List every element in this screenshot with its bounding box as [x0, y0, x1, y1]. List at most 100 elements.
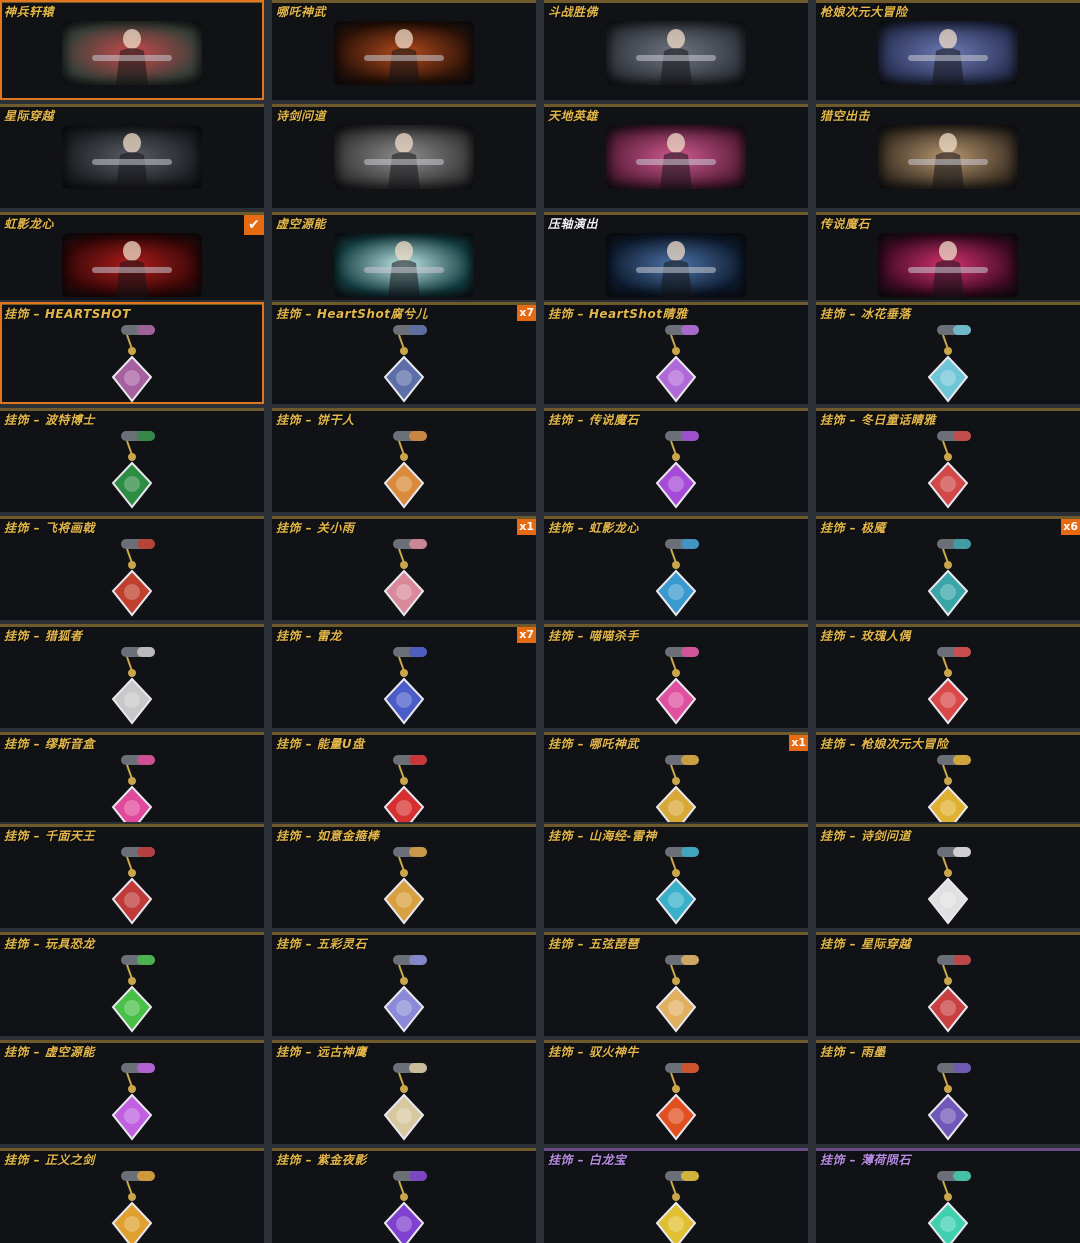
- charm-name: 挂饰 – 猎狐者: [4, 629, 83, 643]
- charm-card[interactable]: 挂饰 – 冬日童话睛雅: [816, 408, 1080, 512]
- charm-card[interactable]: 挂饰 – HeartShot睛雅: [544, 302, 808, 404]
- skin-card[interactable]: 压轴演出: [544, 212, 808, 300]
- charm-card[interactable]: 挂饰 – 紫金夜影: [272, 1148, 536, 1243]
- charm-card[interactable]: 挂饰 – 冰花垂落: [816, 302, 1080, 404]
- charm-card[interactable]: 挂饰 – 玫瑰人偶: [816, 624, 1080, 728]
- skin-name: 枪娘次元大冒险: [820, 5, 908, 19]
- skin-card[interactable]: 诗剑问道: [272, 104, 536, 208]
- charm-icon: [111, 325, 155, 403]
- charm-icon: [655, 847, 699, 925]
- charm-name: 挂饰 – 飞将画戟: [4, 521, 95, 535]
- charm-card[interactable]: 挂饰 – 五弦琵琶: [544, 932, 808, 1036]
- charm-name: 挂饰 – 传说魔石: [548, 413, 639, 427]
- charm-icon: [927, 647, 971, 725]
- skin-figure: [92, 133, 172, 189]
- charm-card[interactable]: 挂饰 – 如意金箍棒: [272, 824, 536, 928]
- charm-icon: [111, 755, 155, 822]
- charm-card[interactable]: 挂饰 – 缪斯音盒: [0, 732, 264, 822]
- charm-name: 挂饰 – 如意金箍棒: [276, 829, 380, 843]
- charm-card[interactable]: 挂饰 – 传说魔石: [544, 408, 808, 512]
- charm-name: 挂饰 – 白龙宝: [548, 1153, 627, 1167]
- charm-card[interactable]: 挂饰 – HEARTSHOT: [0, 302, 264, 404]
- charm-icon: [927, 1171, 971, 1243]
- skin-name: 虹影龙心: [4, 217, 55, 231]
- charm-card[interactable]: 挂饰 – 虚空源能: [0, 1040, 264, 1144]
- charm-card[interactable]: 挂饰 – 山海经-雷神: [544, 824, 808, 928]
- skin-figure: [908, 133, 988, 189]
- charm-icon: [383, 431, 427, 509]
- charm-card[interactable]: 挂饰 – 星际穿越: [816, 932, 1080, 1036]
- skin-figure: [92, 29, 172, 85]
- charm-card[interactable]: 挂饰 – 雷龙 x7: [272, 624, 536, 728]
- charm-card[interactable]: 挂饰 – 哪吒神武 x1: [544, 732, 808, 822]
- skin-figure: [908, 29, 988, 85]
- charm-card[interactable]: 挂饰 – 波特博士: [0, 408, 264, 512]
- charm-icon: [655, 647, 699, 725]
- charm-name: 挂饰 – 玫瑰人偶: [820, 629, 911, 643]
- charm-name: 挂饰 – HeartShot睛雅: [548, 307, 688, 321]
- skin-name: 诗剑问道: [276, 109, 327, 123]
- charm-card[interactable]: 挂饰 – 虹影龙心: [544, 516, 808, 620]
- skin-name: 斗战胜佛: [548, 5, 599, 19]
- skin-card[interactable]: 枪娘次元大冒险: [816, 0, 1080, 100]
- quantity-badge: x1: [517, 519, 536, 535]
- charm-icon: [927, 325, 971, 403]
- charm-card[interactable]: 挂饰 – 喵喵杀手: [544, 624, 808, 728]
- charm-card[interactable]: 挂饰 – 远古神鹰: [272, 1040, 536, 1144]
- charm-card[interactable]: 挂饰 – 极魇 x6: [816, 516, 1080, 620]
- charm-name: 挂饰 – 玩具恐龙: [4, 937, 95, 951]
- charm-card[interactable]: 挂饰 – 饼干人: [272, 408, 536, 512]
- skin-card[interactable]: 哪吒神武: [272, 0, 536, 100]
- charm-name: 挂饰 – 雷龙: [276, 629, 342, 643]
- charm-icon: [927, 755, 971, 822]
- charm-card[interactable]: 挂饰 – HeartShot腐兮儿 x7: [272, 302, 536, 404]
- charm-name: 挂饰 – 薄荷陨石: [820, 1153, 911, 1167]
- charm-icon: [111, 1063, 155, 1141]
- skin-card[interactable]: 星际穿越: [0, 104, 264, 208]
- equipped-check-icon: ✔: [244, 215, 264, 235]
- charm-card[interactable]: 挂饰 – 诗剑问道: [816, 824, 1080, 928]
- skin-card[interactable]: 斗战胜佛: [544, 0, 808, 100]
- charm-card[interactable]: 挂饰 – 猎狐者: [0, 624, 264, 728]
- quantity-badge: x7: [517, 627, 536, 643]
- charm-icon: [927, 539, 971, 617]
- charm-name: 挂饰 – 紫金夜影: [276, 1153, 367, 1167]
- charm-card[interactable]: 挂饰 – 飞将画戟: [0, 516, 264, 620]
- charm-name: 挂饰 – 喵喵杀手: [548, 629, 639, 643]
- charm-icon: [111, 647, 155, 725]
- skin-card[interactable]: 天地英雄: [544, 104, 808, 208]
- charm-card[interactable]: 挂饰 – 玩具恐龙: [0, 932, 264, 1036]
- skin-card[interactable]: 神兵轩辕: [0, 0, 264, 100]
- charm-icon: [111, 431, 155, 509]
- charm-icon: [655, 1063, 699, 1141]
- skin-name: 猎空出击: [820, 109, 871, 123]
- charm-card[interactable]: 挂饰 – 千面天王: [0, 824, 264, 928]
- charm-name: 挂饰 – 五彩灵石: [276, 937, 367, 951]
- charm-name: 挂饰 – 枪娘次元大冒险: [820, 737, 949, 751]
- charm-card[interactable]: 挂饰 – 五彩灵石: [272, 932, 536, 1036]
- skin-card[interactable]: 传说魔石: [816, 212, 1080, 300]
- skin-card[interactable]: 虹影龙心 ✔: [0, 212, 264, 300]
- quantity-badge: x1: [789, 735, 808, 751]
- charm-icon: [655, 955, 699, 1033]
- skin-figure: [364, 133, 444, 189]
- skin-figure: [364, 29, 444, 85]
- charm-name: 挂饰 – HeartShot腐兮儿: [276, 307, 428, 321]
- charm-card[interactable]: 挂饰 – 雨墨: [816, 1040, 1080, 1144]
- charm-card[interactable]: 挂饰 – 薄荷陨石: [816, 1148, 1080, 1243]
- charm-card[interactable]: 挂饰 – 白龙宝: [544, 1148, 808, 1243]
- skin-card[interactable]: 虚空源能: [272, 212, 536, 300]
- charm-card[interactable]: 挂饰 – 枪娘次元大冒险: [816, 732, 1080, 822]
- skin-name: 神兵轩辕: [4, 5, 55, 19]
- charm-icon: [383, 847, 427, 925]
- charm-card[interactable]: 挂饰 – 关小雨 x1: [272, 516, 536, 620]
- charm-card[interactable]: 挂饰 – 能量U盘: [272, 732, 536, 822]
- charm-name: 挂饰 – 能量U盘: [276, 737, 365, 751]
- charm-icon: [383, 1171, 427, 1243]
- skin-card[interactable]: 猎空出击: [816, 104, 1080, 208]
- charm-card[interactable]: 挂饰 – 驭火神牛: [544, 1040, 808, 1144]
- charm-icon: [927, 955, 971, 1033]
- charm-icon: [383, 647, 427, 725]
- skin-name: 星际穿越: [4, 109, 55, 123]
- charm-card[interactable]: 挂饰 – 正义之剑: [0, 1148, 264, 1243]
